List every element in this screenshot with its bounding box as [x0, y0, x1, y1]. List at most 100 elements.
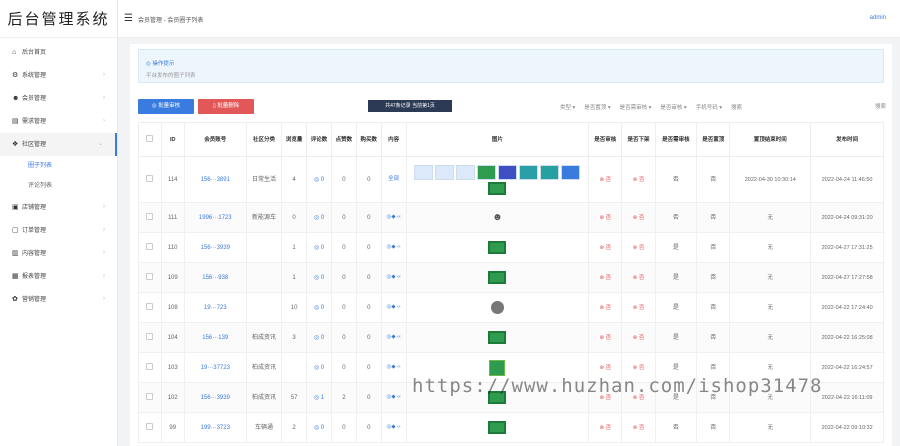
content-actions[interactable]: ◎◆ ‹‹: [380, 292, 407, 323]
review-status[interactable]: ⊗ 否: [588, 232, 623, 263]
content-actions[interactable]: 全部: [380, 156, 407, 203]
content-actions[interactable]: ◎◆ ‹‹: [380, 262, 407, 293]
member-account-link[interactable]: 199···3723: [183, 412, 247, 443]
member-account-link[interactable]: 156···139: [183, 322, 247, 353]
sidebar-subitem[interactable]: 圈子列表: [0, 156, 117, 176]
offline-status[interactable]: ⊗ 否: [621, 156, 656, 203]
row-checkbox[interactable]: [146, 332, 154, 340]
comment-count[interactable]: ◎ 0: [306, 202, 332, 233]
table-row[interactable]: 109 156···938 1 ◎ 0 0 0 ◎◆ ‹‹ ⊗ 否 ⊗ 否是否无 2022-04-…: [138, 262, 884, 293]
filter-dropdown[interactable]: 是否需审核 ▾: [620, 105, 652, 111]
search-button[interactable]: 搜索: [875, 102, 886, 110]
image-thumbnail[interactable]: [456, 164, 476, 180]
comment-count[interactable]: ◎ 0: [306, 262, 332, 293]
content-actions[interactable]: ◎◆ ‹‹: [380, 322, 407, 353]
image-thumbnail[interactable]: [519, 164, 539, 180]
offline-status[interactable]: ⊗ 否: [621, 202, 656, 233]
image-thumbnail[interactable]: [488, 241, 507, 254]
comment-count[interactable]: ◎ 1: [306, 382, 332, 413]
sidebar-item[interactable]: ❖ 社区管理 ⌄: [0, 133, 117, 156]
content-actions[interactable]: ◎◆ ‹‹: [380, 232, 407, 263]
image-thumbnail[interactable]: [477, 164, 497, 180]
filter-dropdown[interactable]: 类型 ▾: [560, 105, 575, 111]
person-image-icon[interactable]: ☻: [490, 211, 504, 224]
sidebar-item[interactable]: ✿ 营销管理 ›: [0, 288, 117, 311]
row-checkbox[interactable]: [146, 242, 154, 250]
table-row[interactable]: 110 156···3939 1 ◎ 0 0 0 ◎◆ ‹‹ ⊗ 否 ⊗ 否是否无 2022-04…: [138, 232, 884, 263]
offline-status[interactable]: ⊗ 否: [621, 262, 656, 293]
comment-count[interactable]: ◎ 0: [306, 232, 332, 263]
comment-count[interactable]: ◎ 0: [306, 156, 332, 203]
user-menu[interactable]: admin: [870, 15, 886, 21]
review-status[interactable]: ⊗ 否: [588, 262, 623, 293]
member-account-link[interactable]: 19···37723: [183, 352, 247, 383]
member-account-link[interactable]: 156···3939: [183, 232, 247, 263]
image-thumbnail[interactable]: [561, 164, 581, 180]
offline-status[interactable]: ⊗ 否: [621, 412, 656, 443]
offline-status[interactable]: ⊗ 否: [621, 322, 656, 353]
table-row[interactable]: 114 156···3891 日常生活 4 ◎ 0 0 0 全部 ⊗ 否 ⊗ 否否否 2022-04…: [138, 156, 884, 203]
table-row[interactable]: 108 19···723 10 ◎ 0 0 0 ◎◆ ‹‹ ⊗ 否 ⊗ 否是否无 2022-04-…: [138, 292, 884, 323]
row-checkbox[interactable]: [146, 174, 154, 182]
review-status[interactable]: ⊗ 否: [588, 202, 623, 233]
review-status[interactable]: ⊗ 否: [588, 412, 623, 443]
comment-count[interactable]: ◎ 0: [306, 352, 332, 383]
row-id: 109: [160, 262, 185, 293]
batch-review-button[interactable]: ◎ 批量审核: [138, 99, 194, 114]
comment-count[interactable]: ◎ 0: [306, 322, 332, 353]
content-actions[interactable]: ◎◆ ‹‹: [380, 202, 407, 233]
sidebar-item[interactable]: ⌂ 后台首页: [0, 41, 117, 64]
category: 日常生活: [245, 156, 283, 203]
image-thumbnail[interactable]: [489, 359, 506, 376]
member-account-link[interactable]: 19···723: [183, 292, 247, 323]
filter-dropdown[interactable]: 手机号码 ▾: [696, 105, 722, 111]
offline-status[interactable]: ⊗ 否: [621, 292, 656, 323]
offline-status[interactable]: ⊗ 否: [621, 232, 656, 263]
select-all-checkbox[interactable]: [146, 134, 154, 142]
image-thumbnail[interactable]: [498, 164, 518, 180]
sidebar-item[interactable]: ▣ 店铺管理 ›: [0, 196, 117, 219]
menu-toggle-icon[interactable]: ☰: [124, 13, 133, 24]
image-thumbnail[interactable]: [488, 181, 507, 195]
sidebar-item[interactable]: ▤ 需求管理 ›: [0, 110, 117, 133]
top-end-time: 2022-04-30 10:30:14: [729, 156, 812, 203]
review-status[interactable]: ⊗ 否: [588, 322, 623, 353]
filter-dropdown[interactable]: 是否审核 ▾: [660, 105, 686, 111]
row-checkbox[interactable]: [146, 362, 154, 370]
member-account-link[interactable]: 1996···1723: [183, 202, 247, 233]
review-status[interactable]: ⊗ 否: [588, 292, 623, 323]
filter-dropdown[interactable]: 搜索: [731, 105, 742, 111]
row-checkbox[interactable]: [146, 422, 154, 430]
image-thumbnail[interactable]: [488, 421, 507, 434]
content-actions[interactable]: ◎◆ ‹‹: [380, 412, 407, 443]
image-thumbnail[interactable]: [414, 164, 434, 180]
content-actions[interactable]: ◎◆ ‹‹: [380, 352, 407, 383]
comment-count[interactable]: ◎ 0: [306, 412, 332, 443]
content-actions[interactable]: ◎◆ ‹‹: [380, 382, 407, 413]
sidebar-item[interactable]: ▦ 报表管理 ›: [0, 265, 117, 288]
comment-count[interactable]: ◎ 0: [306, 292, 332, 323]
table-row[interactable]: 111 1996···1723 新能源车 0 ◎ 0 0 0 ◎◆ ‹‹ ☻ ⊗ 否 ⊗ 否否否无2…: [138, 202, 884, 233]
sidebar-item[interactable]: ▢ 订单管理 ›: [0, 219, 117, 242]
batch-delete-button[interactable]: ▯ 批量删除: [198, 99, 254, 114]
image-thumbnail[interactable]: [488, 271, 507, 284]
row-checkbox[interactable]: [146, 302, 154, 310]
filter-dropdown[interactable]: 是否置顶 ▾: [584, 105, 610, 111]
sidebar-item[interactable]: ☻ 会员管理 ›: [0, 87, 117, 110]
member-account-link[interactable]: 156···3891: [183, 156, 247, 203]
sidebar-item[interactable]: ⚙ 系统管理 ›: [0, 64, 117, 87]
sidebar-subitem[interactable]: 评论列表: [0, 176, 117, 196]
table-row[interactable]: 104 156···139 柏成资讯 3 ◎ 0 0 0 ◎◆ ‹‹ ⊗ 否 ⊗ 否是否无 2022…: [138, 322, 884, 353]
table-row[interactable]: 99 199···3723 车辆通 2 ◎ 0 0 0 ◎◆ ‹‹ ⊗ 否 ⊗ 否否否无 2022-…: [138, 412, 884, 443]
row-checkbox[interactable]: [146, 272, 154, 280]
sidebar-item[interactable]: ▥ 内容管理 ›: [0, 242, 117, 265]
member-account-link[interactable]: 156···938: [183, 262, 247, 293]
row-checkbox[interactable]: [146, 392, 154, 400]
image-thumbnail[interactable]: [488, 331, 507, 344]
review-status[interactable]: ⊗ 否: [588, 156, 623, 203]
image-thumbnail[interactable]: [540, 164, 560, 180]
member-account-link[interactable]: 156···3939: [183, 382, 247, 413]
image-thumbnail[interactable]: [435, 164, 455, 180]
row-checkbox[interactable]: [146, 212, 154, 220]
gear-image-thumbnail[interactable]: [490, 301, 504, 314]
